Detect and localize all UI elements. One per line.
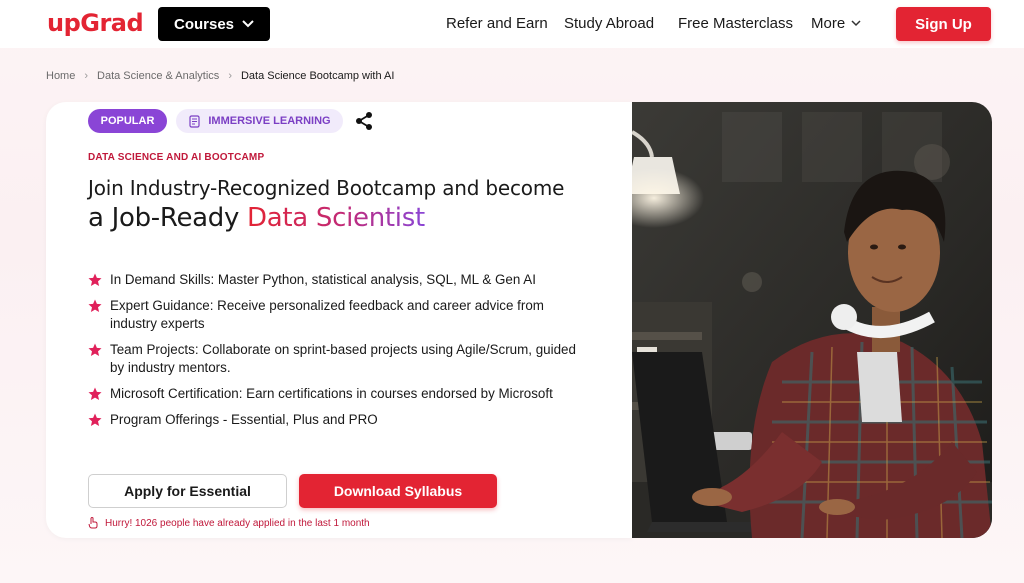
- card-edge: [600, 102, 632, 538]
- nav-link-free-masterclass[interactable]: Free Masterclass: [678, 15, 793, 32]
- feature-text: Program Offerings - Essential, Plus and …: [110, 412, 378, 427]
- applicants-notice: Hurry! 1026 people have already applied …: [88, 517, 370, 529]
- feature-item: Expert Guidance: Receive personalized fe…: [88, 297, 588, 333]
- nav-link-study-abroad[interactable]: Study Abroad: [564, 15, 654, 32]
- download-syllabus-button[interactable]: Download Syllabus: [299, 474, 497, 508]
- nav-more-dropdown[interactable]: More: [811, 15, 861, 32]
- star-icon: [88, 273, 102, 286]
- more-label: More: [811, 15, 846, 32]
- feature-text: In Demand Skills: Master Python, statist…: [110, 272, 536, 287]
- star-icon: [88, 343, 102, 356]
- chevron-right-icon: ›: [228, 70, 232, 82]
- hero-title-accent: Data Scientist: [247, 203, 425, 233]
- feature-item: Team Projects: Collaborate on sprint-bas…: [88, 341, 588, 377]
- hero-title-line2: a Job-Ready Data Scientist: [88, 203, 425, 233]
- share-icon[interactable]: [354, 111, 374, 131]
- nav-link-refer-and-earn[interactable]: Refer and Earn: [446, 15, 548, 32]
- hero-image: [632, 102, 992, 538]
- courses-label: Courses: [173, 15, 235, 33]
- immersive-learning-badge: IMMERSIVE LEARNING: [176, 109, 343, 133]
- feature-text: Team Projects: Collaborate on sprint-bas…: [110, 342, 576, 375]
- breadcrumb: Home › Data Science & Analytics › Data S…: [46, 70, 394, 82]
- feature-item: Microsoft Certification: Earn certificat…: [88, 385, 588, 403]
- breadcrumb-home[interactable]: Home: [46, 70, 75, 82]
- feature-list: In Demand Skills: Master Python, statist…: [88, 271, 588, 437]
- feature-item: In Demand Skills: Master Python, statist…: [88, 271, 588, 289]
- notebook-icon: [189, 114, 200, 128]
- chevron-down-icon: [242, 20, 254, 28]
- hero-title-line1: Join Industry-Recognized Bootcamp and be…: [88, 176, 565, 200]
- chevron-down-icon: [851, 20, 861, 27]
- popular-badge: POPULAR: [88, 109, 167, 133]
- immersive-learning-label: IMMERSIVE LEARNING: [208, 115, 331, 127]
- star-icon: [88, 299, 102, 312]
- hand-pointer-icon: [88, 517, 98, 529]
- star-icon: [88, 387, 102, 400]
- hero-title-prefix: a Job-Ready: [88, 203, 248, 233]
- program-eyebrow: DATA SCIENCE AND AI BOOTCAMP: [88, 152, 265, 163]
- chevron-right-icon: ›: [84, 70, 89, 82]
- feature-text: Expert Guidance: Receive personalized fe…: [110, 298, 544, 331]
- apply-for-essential-button[interactable]: Apply for Essential: [88, 474, 287, 508]
- courses-dropdown-button[interactable]: Courses: [158, 7, 270, 41]
- hero-photo-illustration: [632, 102, 992, 538]
- breadcrumb-current: Data Science Bootcamp with AI: [240, 70, 395, 82]
- breadcrumb-data-science-analytics[interactable]: Data Science & Analytics: [97, 70, 219, 82]
- sign-up-button[interactable]: Sign Up: [896, 7, 991, 41]
- top-navbar: upGrad Courses Refer and Earn Study Abro…: [0, 0, 1024, 48]
- feature-text: Microsoft Certification: Earn certificat…: [110, 386, 553, 401]
- feature-item: Program Offerings - Essential, Plus and …: [88, 411, 588, 429]
- applicants-notice-text: Hurry! 1026 people have already applied …: [105, 517, 370, 529]
- upgrad-logo[interactable]: upGrad: [47, 9, 144, 37]
- star-icon: [88, 413, 102, 426]
